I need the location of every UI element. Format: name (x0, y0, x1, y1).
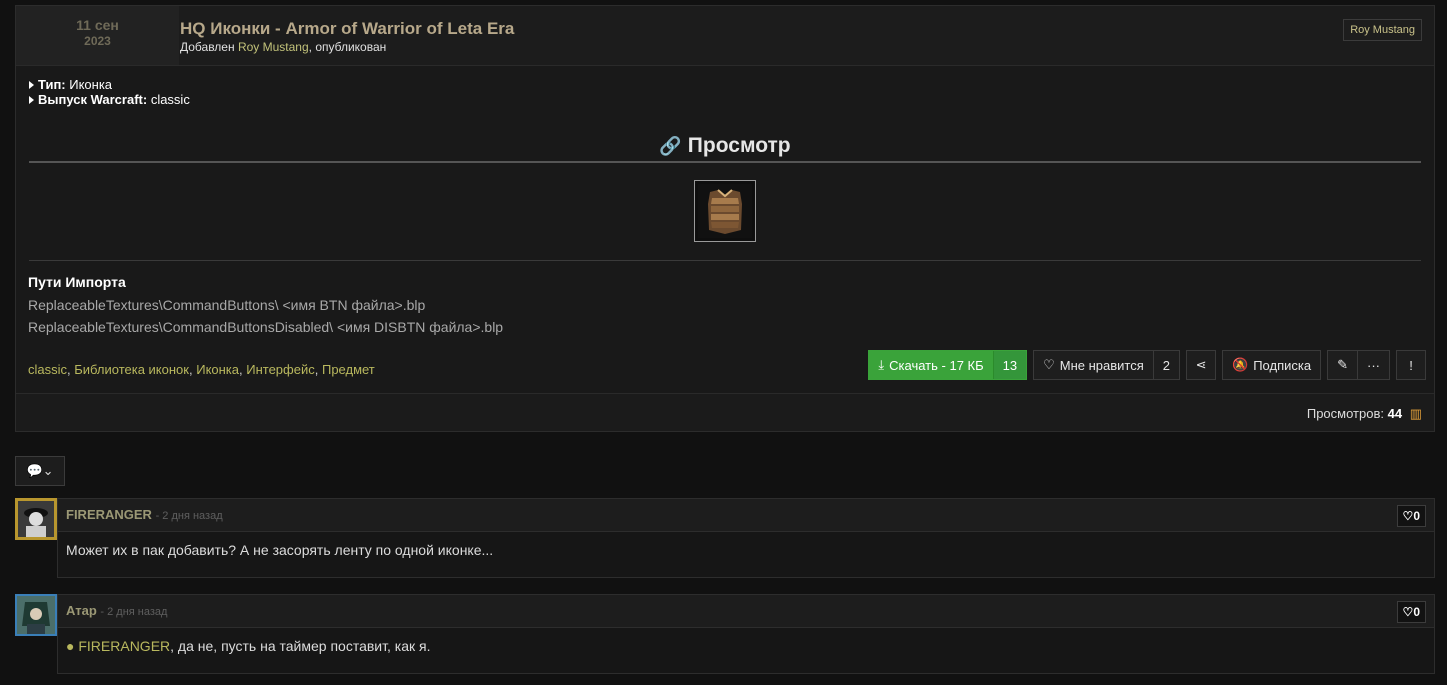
tag-link[interactable]: classic (28, 362, 67, 377)
comment-author-name: Атар (66, 603, 97, 618)
like-count: 2 (1152, 351, 1179, 379)
views-counter: Просмотров: 44 ▥ (1307, 406, 1422, 422)
divider (29, 161, 1421, 163)
import-paths: Пути Импорта ReplaceableTextures\Command… (28, 274, 503, 338)
post-header: 11 сен 2023 HQ Иконки - Armor of Warrior… (16, 6, 1434, 66)
chevron-down-icon: ⌄ (42, 463, 54, 479)
share-button[interactable]: ⋖ (1186, 350, 1217, 380)
comment-text: ● FIRERANGER, да не, пусть на таймер пос… (58, 628, 1434, 664)
more-button[interactable]: ··· (1357, 351, 1389, 379)
subscribe-button[interactable]: 🔕 Подписка (1222, 350, 1322, 380)
heart-icon: ♡ (1402, 509, 1414, 523)
share-icon: ⋖ (1195, 357, 1207, 372)
comment-header: FIRERANGER - 2 дня назад ♡ 0 (58, 499, 1434, 532)
bell-slash-icon: 🔕 (1232, 357, 1249, 372)
like-label: Мне нравится (1059, 357, 1144, 373)
comment-text: Может их в пак добавить? А не засорять л… (66, 542, 494, 558)
comment-text-body: , да не, пусть на таймер поставит, как я… (170, 638, 431, 654)
subscribe-label: Подписка (1253, 357, 1312, 373)
avatar[interactable] (15, 498, 57, 540)
caret-right-icon (29, 96, 34, 104)
author-link[interactable]: Roy Mustang (238, 40, 309, 54)
published-suffix: , опубликован (308, 40, 387, 54)
comment-body: Атар - 2 дня назад ♡ 0 ● FIRERANGER, да н… (57, 594, 1435, 674)
link-icon[interactable]: 🔗 (659, 136, 681, 156)
armor-icon (698, 184, 752, 238)
report-icon: ! (1409, 357, 1413, 373)
heart-icon: ♡ (1043, 357, 1055, 372)
views-label: Просмотров: (1306, 406, 1384, 421)
post-title[interactable]: HQ Иконки - Armor of Warrior of Leta Era (180, 19, 514, 39)
import-path-line: ReplaceableTextures\CommandButtonsDisabl… (28, 319, 504, 335)
resource-post: 11 сен 2023 HQ Иконки - Armor of Warrior… (15, 5, 1435, 432)
meta-type: Тип: Иконка (29, 77, 190, 92)
date-year: 2023 (84, 34, 111, 48)
like-button[interactable]: ♡ Мне нравится 2 (1033, 350, 1181, 380)
meta-release-value: classic (150, 92, 190, 107)
post-date: 11 сен 2023 (16, 6, 179, 65)
comment-author[interactable]: Атар - 2 дня назад (66, 603, 167, 618)
tag-link[interactable]: Иконка (196, 362, 239, 377)
import-header: Пути Импорта (28, 274, 126, 290)
views-count: 44 (1387, 406, 1403, 421)
download-label: Скачать - 17 КБ (889, 357, 984, 373)
comments-icon: 💬 (26, 463, 43, 479)
comment-like-button[interactable]: ♡ 0 (1396, 601, 1426, 623)
date-day: 11 сен (76, 17, 119, 33)
comment-time: - 2 дня назад (155, 510, 223, 522)
download-icon: ⤓ (878, 357, 885, 372)
meta-type-value: Иконка (69, 77, 113, 92)
preview-heading-text: Просмотр (687, 134, 791, 157)
post-footer: Просмотров: 44 ▥ (16, 393, 1434, 431)
caret-right-icon (29, 81, 34, 89)
tag-list: classic, Библиотека иконок, Иконка, Инте… (28, 362, 375, 377)
post-meta: Тип: Иконка Выпуск Warcraft: classic (29, 77, 190, 107)
report-button[interactable]: ! (1396, 350, 1426, 380)
comment-author-name: FIRERANGER (66, 507, 152, 522)
comment-time: - 2 дня назад (100, 606, 168, 618)
tag-link[interactable]: Библиотека иконок (74, 362, 189, 377)
author-badge[interactable]: Roy Mustang (1343, 19, 1422, 41)
heart-icon: ♡ (1402, 605, 1414, 619)
post-actions: ⤓ Скачать - 17 КБ 13 ♡ Мне нравится 2 ⋖ 🔕 П… (868, 350, 1426, 380)
mention-link[interactable]: FIRERANGER (78, 638, 170, 654)
download-count: 13 (992, 351, 1027, 379)
meta-release-label: Выпуск Warcraft: (38, 92, 148, 107)
comment-like-button[interactable]: ♡ 0 (1396, 505, 1426, 527)
preview-heading: 🔗 Просмотр (16, 134, 1434, 158)
comment-like-count: 0 (1413, 605, 1420, 619)
added-prefix: Добавлен (180, 40, 235, 54)
chart-icon[interactable]: ▥ (1410, 406, 1422, 421)
armor-icon-preview[interactable] (694, 180, 756, 242)
comment-like-count: 0 (1413, 509, 1420, 523)
post-byline: Добавлен Roy Mustang, опубликован (180, 40, 386, 54)
meta-release: Выпуск Warcraft: classic (29, 92, 190, 107)
divider (29, 260, 1421, 261)
tag-link[interactable]: Интерфейс (246, 362, 314, 377)
import-path-line: ReplaceableTextures\CommandButtons\ <имя… (28, 297, 426, 313)
avatar[interactable] (15, 594, 57, 636)
meta-type-label: Тип: (38, 77, 66, 92)
more-icon: ··· (1367, 357, 1380, 373)
edit-button[interactable]: ✎ (1328, 351, 1357, 379)
comment-author[interactable]: FIRERANGER - 2 дня назад (66, 507, 223, 522)
avatar-image (18, 501, 54, 537)
comment-header: Атар - 2 дня назад ♡ 0 (58, 595, 1434, 628)
comments-filter-button[interactable]: 💬 ⌄ (15, 456, 65, 486)
pencil-icon: ✎ (1337, 357, 1348, 372)
user-icon: ● (66, 638, 75, 654)
edit-menu: ✎ ··· (1327, 350, 1390, 380)
comment-body: FIRERANGER - 2 дня назад ♡ 0 Может их в п… (57, 498, 1435, 578)
tag-link[interactable]: Предмет (322, 362, 375, 377)
download-button[interactable]: ⤓ Скачать - 17 КБ 13 (868, 350, 1028, 380)
avatar-image (17, 596, 55, 634)
